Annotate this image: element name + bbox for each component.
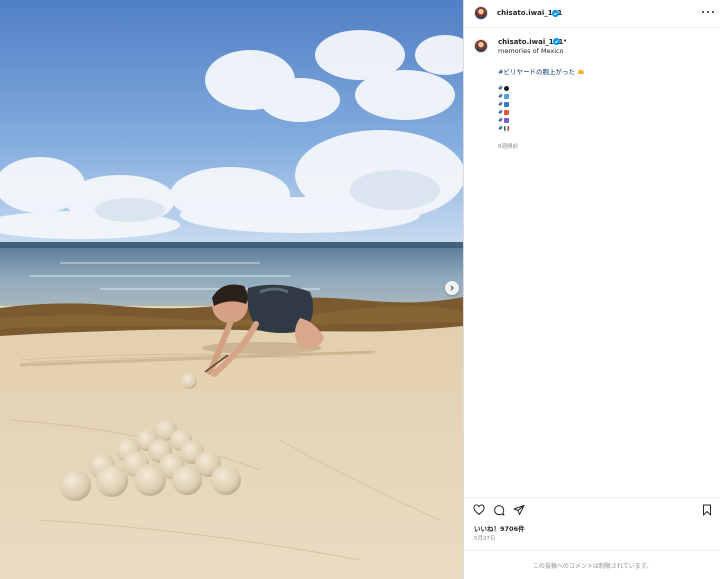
avatar[interactable] [474, 6, 488, 20]
verified-badge-icon [552, 10, 559, 17]
pool-8-ball-icon [504, 85, 510, 91]
more-options-icon[interactable] [702, 8, 714, 16]
bookmark-icon[interactable] [701, 504, 713, 516]
caption-avatar[interactable] [474, 39, 488, 53]
verified-badge-icon [553, 38, 560, 45]
carousel-next-button[interactable] [445, 281, 459, 295]
hashtag-list: # # # # # # [498, 84, 510, 132]
likes-count[interactable]: いいね！9706件 [474, 523, 525, 533]
water-wave-icon [504, 101, 510, 107]
post-date: 5月27日 [474, 536, 496, 542]
post-photo[interactable] [0, 0, 463, 579]
sushi-icon [504, 109, 510, 115]
heart-icon[interactable] [473, 504, 485, 516]
action-bar [464, 497, 720, 521]
hashtag-row[interactable]: # [498, 100, 510, 108]
flag-mexico-icon [504, 125, 510, 131]
hashtag-row[interactable]: # [498, 92, 510, 100]
caption-title: memories of Mexico [498, 47, 564, 55]
beach-billiards-photo [0, 0, 463, 579]
flexed-biceps-icon [578, 69, 585, 74]
hashtag-text: #ビリヤードの腕上がった [498, 68, 575, 76]
hashtag-link[interactable]: #ビリヤードの腕上がった [498, 66, 585, 76]
post-time-ago[interactable]: 8週間前 [498, 142, 518, 150]
post-side-panel: chisato.iwai_101 chisato.iwai_101 • memo… [463, 0, 720, 579]
hashtag-row[interactable]: # [498, 124, 510, 132]
beach-umbrella-icon [504, 93, 510, 99]
hashtag-row[interactable]: # [498, 108, 510, 116]
hashtag-row[interactable]: # [498, 84, 510, 92]
comment-icon[interactable] [493, 504, 505, 516]
comments-restricted-text: この投稿へのコメントは制限されています。 [532, 562, 653, 570]
comments-restricted-notice: この投稿へのコメントは制限されています。 [464, 550, 720, 579]
separator-dot: • [563, 37, 568, 45]
chevron-right-icon [450, 285, 454, 291]
musical-note-icon [504, 117, 510, 123]
post-header: chisato.iwai_101 [464, 0, 720, 28]
share-icon[interactable] [513, 504, 525, 516]
hashtag-row[interactable]: # [498, 116, 510, 124]
